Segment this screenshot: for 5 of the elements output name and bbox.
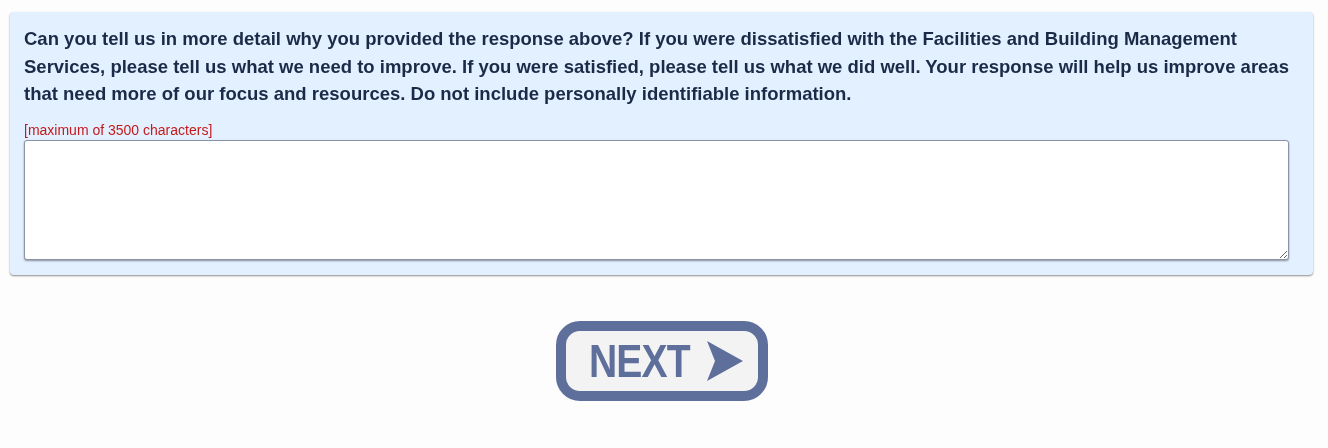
answer-box[interactable] bbox=[24, 139, 1289, 260]
character-limit-note: [maximum of 3500 characters] bbox=[24, 121, 214, 138]
arrow-icon bbox=[704, 340, 743, 381]
next-button[interactable]: NEXT bbox=[555, 320, 768, 401]
question-text: Can you tell us in more detail why you provided the response above? If you were dissatisfied with the Facilities and Building Management Services, please tell us what we need to improve. If you were satisfied, please tell us what we did well. Your response will help us improve areas that need more of our focus and resources. Do not include personally identifiable information. bbox=[24, 27, 1289, 106]
